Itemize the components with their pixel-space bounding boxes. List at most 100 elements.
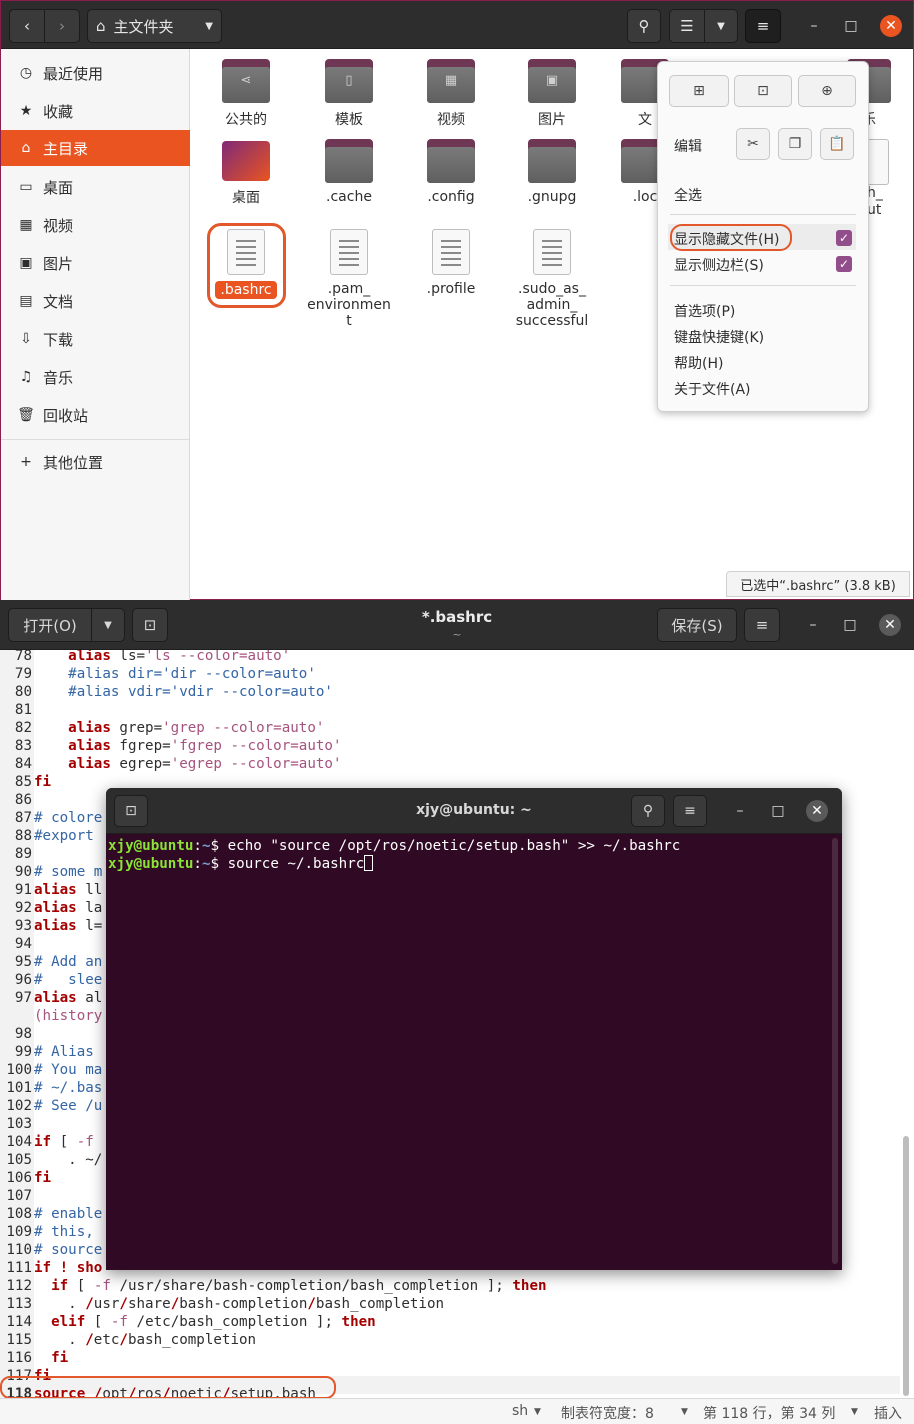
path-bar-home[interactable]: ⌂ 主文件夹 ▼ — [87, 9, 222, 43]
language-selector[interactable]: sh — [512, 1403, 528, 1419]
file-label: admin_ — [526, 297, 578, 313]
file-item-gnupg[interactable]: .gnupg — [502, 139, 602, 205]
menu-button[interactable]: ≡ — [745, 9, 781, 43]
close-button[interactable]: ✕ — [879, 614, 901, 636]
sidebar-item-videos[interactable]: ▦ 视频 — [1, 207, 190, 243]
view-options-button[interactable]: ▼ — [704, 9, 738, 43]
close-button[interactable]: ✕ — [806, 800, 828, 822]
minimize-button[interactable]: – — [729, 800, 751, 822]
file-item-videos[interactable]: ▦ 视频 — [401, 59, 501, 129]
select-all-item[interactable]: 全选 — [674, 185, 702, 205]
menu-button[interactable]: ≡ — [673, 795, 707, 827]
folder-icon — [427, 139, 475, 183]
minimize-button[interactable]: – — [802, 614, 824, 636]
app-menu-popover: ⊞ ⊡ ⊕ 编辑 ✂ ❐ 📋 全选 显示隐藏文件(H) ✓ 显示侧边栏(S) ✓… — [657, 61, 869, 412]
checkbox-checked-icon[interactable]: ✓ — [836, 230, 852, 246]
prompt-path: ~ — [201, 856, 211, 872]
new-tab-button[interactable]: ⊡ — [734, 75, 792, 107]
checkbox-checked-icon[interactable]: ✓ — [836, 256, 852, 272]
sidebar-item-other-locations[interactable]: + 其他位置 — [1, 444, 190, 480]
file-item-profile[interactable]: .profile — [401, 229, 501, 297]
sidebar-separator — [1, 439, 189, 440]
file-label: 图片 — [538, 112, 566, 128]
keyboard-shortcuts-item[interactable]: 键盘快捷键(K) — [674, 327, 764, 347]
file-label: .sudo_as_ — [518, 281, 586, 297]
file-item-public[interactable]: ⋖ 公共的 — [196, 59, 296, 129]
new-window-button[interactable]: ⊞ — [669, 75, 729, 107]
preferences-item[interactable]: 首选项(P) — [674, 301, 735, 321]
new-folder-button[interactable]: ⊕ — [798, 75, 856, 107]
sidebar-item-documents[interactable]: ▤ 文档 — [1, 283, 190, 319]
help-item[interactable]: 帮助(H) — [674, 353, 723, 373]
back-button[interactable]: ‹ — [9, 9, 45, 43]
view-list-button[interactable]: ☰ — [669, 9, 705, 43]
show-hidden-files-item[interactable]: 显示隐藏文件(H) — [674, 229, 779, 249]
folder-icon: ▣ — [528, 59, 576, 103]
chevron-down-icon: ▼ — [534, 1407, 541, 1417]
desktop-icon: ▭ — [19, 179, 33, 195]
sidebar-item-downloads[interactable]: ⇩ 下载 — [1, 321, 190, 357]
sidebar-item-label: 音乐 — [43, 368, 74, 387]
sidebar-item-desktop[interactable]: ▭ 桌面 — [1, 169, 190, 205]
close-icon: ✕ — [811, 803, 823, 819]
file-item-cache[interactable]: .cache — [299, 139, 399, 205]
files-headerbar: ‹ › ⌂ 主文件夹 ▼ ⚲ ☰ ▼ ≡ – □ ✕ — [1, 1, 913, 49]
prompt-user: xjy@ubuntu — [108, 838, 194, 854]
file-item-pam-environment[interactable]: .pam_ environmen t — [299, 229, 399, 329]
file-item-sudo-as-admin-successful[interactable]: .sudo_as_ admin_ successful — [502, 229, 602, 329]
home-icon: ⌂ — [96, 17, 106, 35]
paste-button[interactable]: 📋 — [820, 128, 854, 160]
copy-button[interactable]: ❐ — [778, 128, 812, 160]
about-item[interactable]: 关于文件(A) — [674, 379, 751, 399]
menu-button[interactable]: ≡ — [744, 608, 780, 642]
music-icon: ♫ — [19, 369, 33, 385]
sidebar-item-label: 视频 — [43, 216, 74, 235]
file-item-pictures[interactable]: ▣ 图片 — [502, 59, 602, 129]
new-folder-icon: ⊕ — [821, 83, 833, 99]
file-label-partial: h_ — [867, 185, 883, 201]
save-button[interactable]: 保存(S) — [657, 608, 737, 642]
tab-width-selector[interactable]: 制表符宽度：8 — [561, 1403, 654, 1423]
search-button[interactable]: ⚲ — [631, 795, 665, 827]
chevron-down-icon: ▼ — [717, 20, 725, 32]
file-item-bashrc[interactable]: .bashrc — [196, 229, 296, 299]
file-item-config[interactable]: .config — [401, 139, 501, 205]
cut-button[interactable]: ✂ — [736, 128, 770, 160]
maximize-button[interactable]: □ — [840, 15, 862, 37]
sidebar-item-music[interactable]: ♫ 音乐 — [1, 359, 190, 395]
editor-scrollbar[interactable] — [903, 1136, 909, 1396]
minimize-button[interactable]: – — [803, 15, 825, 37]
maximize-button[interactable]: □ — [839, 614, 861, 636]
file-item-templates[interactable]: ▯ 模板 — [299, 59, 399, 129]
file-label: 公共的 — [225, 112, 267, 128]
maximize-button[interactable]: □ — [767, 800, 789, 822]
new-window-icon: ⊞ — [693, 83, 705, 99]
command-text: source ~/.bashrc — [227, 856, 365, 872]
text-cursor — [364, 855, 374, 871]
share-icon: ⋖ — [240, 73, 252, 88]
sidebar-item-starred[interactable]: ★ 收藏 — [1, 93, 190, 129]
copy-icon: ❐ — [788, 136, 802, 152]
cursor-position[interactable]: 第 118 行，第 34 列 — [703, 1403, 835, 1423]
sidebar-item-label: 下载 — [43, 330, 74, 349]
minimize-icon: – — [810, 18, 818, 34]
file-label: .loc — [632, 189, 658, 205]
edit-label: 编辑 — [674, 139, 702, 155]
sidebar-item-pictures[interactable]: ▣ 图片 — [1, 245, 190, 281]
search-icon: ⚲ — [642, 803, 654, 819]
terminal-line[interactable]: xjy@ubuntu:~$ source ~/.bashrc — [108, 855, 374, 873]
image-icon: ▣ — [545, 73, 559, 88]
sidebar-item-trash[interactable]: 🗑 回收站 — [1, 397, 190, 433]
sidebar-item-recent[interactable]: ◷ 最近使用 — [1, 55, 190, 91]
search-button[interactable]: ⚲ — [627, 9, 661, 43]
file-item-desktop[interactable]: 桌面 — [196, 141, 296, 207]
desktop-folder-icon — [222, 141, 270, 181]
terminal-scrollbar[interactable] — [832, 838, 838, 1264]
command-text: echo "source /opt/ros/noetic/setup.bash"… — [227, 838, 681, 854]
forward-button[interactable]: › — [44, 9, 80, 43]
close-button[interactable]: ✕ — [880, 15, 902, 37]
file-label: 桌面 — [232, 190, 260, 206]
show-sidebar-item[interactable]: 显示侧边栏(S) — [674, 255, 764, 275]
sidebar-item-home[interactable]: ⌂ 主目录 — [1, 130, 190, 166]
clock-icon: ◷ — [19, 65, 33, 81]
